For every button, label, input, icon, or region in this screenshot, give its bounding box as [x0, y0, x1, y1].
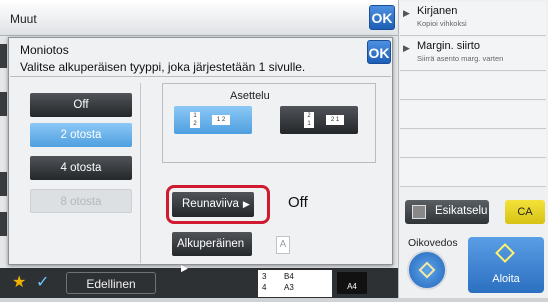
clear-all-button[interactable]: CA	[505, 200, 545, 224]
merged-page-icon: 1 2	[212, 115, 230, 125]
side-item-title: Kirjanen	[417, 5, 458, 17]
page-number: 1	[307, 121, 311, 127]
layout-option-1-button[interactable]: 12 1 2	[174, 106, 252, 134]
border-line-button[interactable]: Reunaviiva ▶	[172, 192, 254, 217]
check-icon[interactable]: ✓	[36, 272, 58, 294]
option-4-shots-button[interactable]: 4 otosta	[30, 156, 132, 180]
dialog-ok-button[interactable]: OK	[367, 40, 391, 64]
arrow-right-icon: ▶	[403, 43, 410, 53]
diamond-icon	[495, 243, 515, 263]
border-line-label: Reunaviiva	[182, 198, 239, 210]
side-item-title: Margin. siirto	[417, 40, 480, 52]
background-header	[0, 0, 398, 36]
side-item-subtitle: Siirrä asento marg. varten	[417, 54, 504, 63]
side-item-empty[interactable]	[400, 72, 546, 100]
selected-paper-size: A4	[337, 272, 367, 294]
page-number: 1	[193, 113, 197, 119]
preview-label: Esikatselu	[435, 205, 488, 217]
diamond-icon	[418, 261, 436, 279]
layout-label: Asettelu	[230, 90, 270, 102]
arrow-right-icon: ▶	[181, 263, 188, 273]
side-item-empty[interactable]	[400, 159, 546, 187]
background-edge-button[interactable]	[0, 92, 7, 116]
star-icon[interactable]: ★	[12, 272, 30, 294]
page-number: 2	[307, 113, 311, 119]
side-item-margin-shift[interactable]: ▶ Margin. siirto Siirrä asento marg. var…	[400, 37, 546, 71]
side-item-empty[interactable]	[400, 101, 546, 129]
background-edge-button[interactable]	[0, 212, 7, 236]
page-icon: 12	[190, 112, 200, 128]
paper-tray-info: 3 B4 4 A3	[258, 270, 332, 297]
dialog-title: Moniotos	[20, 43, 69, 57]
side-item-kirjanen[interactable]: ▶ Kirjanen Kopioi vihkoksi	[400, 2, 546, 36]
background-title: Muut	[10, 12, 37, 26]
dialog-subtitle: Valitse alkuperäisen tyyppi, joka järjes…	[20, 60, 306, 74]
tray-size: A3	[284, 283, 294, 292]
preview-button[interactable]: Esikatselu	[405, 200, 489, 224]
page-icon: 21	[304, 112, 314, 128]
original-label: Alkuperäinen	[177, 238, 245, 250]
layout-option-2-button[interactable]: 21 2 1	[280, 106, 358, 134]
original-button[interactable]: Alkuperäinen ▶	[172, 232, 252, 273]
background-edge-button[interactable]	[0, 44, 7, 68]
side-item-empty[interactable]	[400, 130, 546, 158]
option-8-shots-button: 8 otosta	[30, 189, 132, 213]
tray-size: B4	[284, 272, 294, 281]
divider	[10, 76, 391, 77]
background-edge-button[interactable]	[0, 172, 7, 196]
tray-number: 4	[262, 283, 267, 292]
preview-icon	[412, 205, 426, 219]
border-line-value: Off	[288, 194, 308, 211]
arrow-right-icon: ▶	[403, 8, 410, 18]
side-item-subtitle: Kopioi vihkoksi	[417, 19, 467, 28]
start-label: Aloita	[492, 273, 520, 285]
arrow-right-icon: ▶	[242, 199, 250, 209]
proof-copy-button[interactable]	[407, 250, 447, 290]
merged-page-icon: 2 1	[326, 115, 344, 125]
previous-button[interactable]: Edellinen	[66, 272, 156, 294]
option-off-button[interactable]: Off	[30, 93, 132, 117]
original-orientation-icon: A	[276, 236, 290, 254]
option-2-shots-button[interactable]: 2 otosta	[30, 123, 132, 147]
background-ok-button[interactable]: OK	[369, 5, 395, 30]
start-button[interactable]: Aloita	[468, 237, 544, 293]
proof-copy-label: Oikovedos	[408, 237, 458, 249]
tray-number: 3	[262, 272, 267, 281]
page-number: 2	[193, 121, 197, 127]
